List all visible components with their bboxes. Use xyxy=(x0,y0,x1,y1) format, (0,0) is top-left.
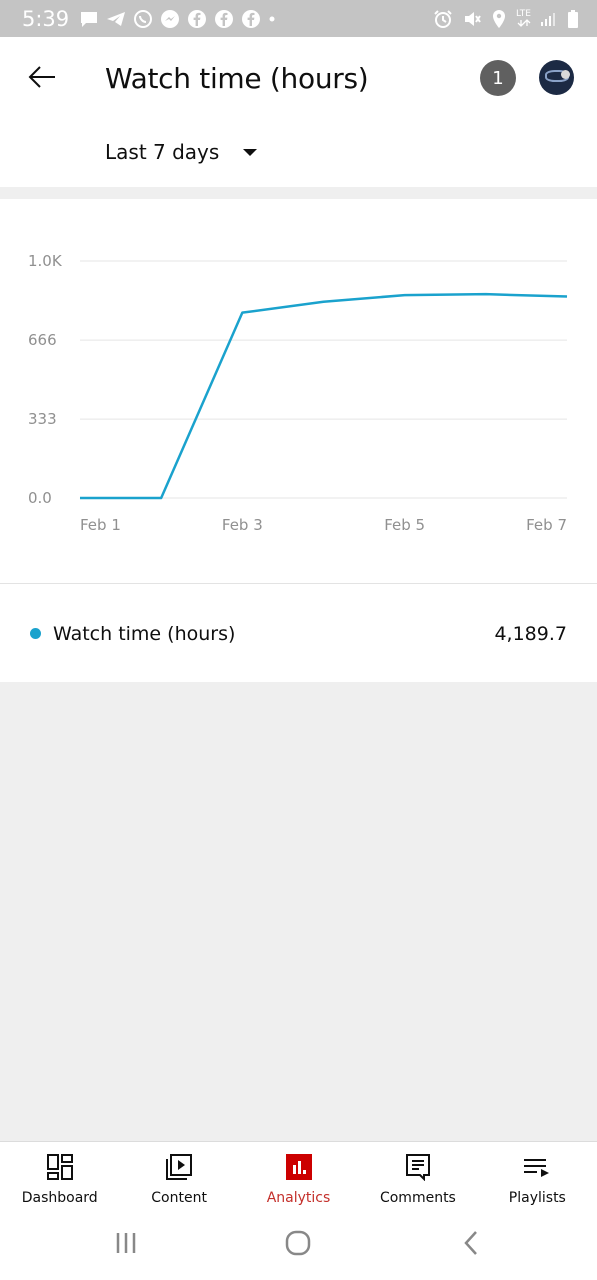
dashboard-icon xyxy=(45,1152,75,1182)
messenger-icon xyxy=(160,9,180,29)
nav-label: Comments xyxy=(379,1190,456,1206)
nav-label: Dashboard xyxy=(21,1190,98,1206)
home-icon xyxy=(285,1230,311,1261)
nav-content[interactable]: Content xyxy=(119,1142,238,1211)
content-icon xyxy=(164,1152,194,1182)
home-button[interactable] xyxy=(268,1221,328,1271)
system-status-icons: LTE xyxy=(433,9,579,29)
lte-icon: LTE xyxy=(516,10,531,27)
chevron-left-icon xyxy=(462,1230,480,1261)
signal-icon xyxy=(540,11,558,27)
dot-icon xyxy=(268,15,276,23)
y-tick-label: 666 xyxy=(28,331,57,349)
series-line xyxy=(80,292,568,500)
status-bar: 5:39 LTE xyxy=(0,0,597,37)
arrow-left-icon xyxy=(27,65,57,94)
avatar-dot xyxy=(561,70,570,79)
nav-label: Content xyxy=(151,1190,207,1206)
system-back-button[interactable] xyxy=(441,1221,501,1271)
page-title: Watch time (hours) xyxy=(105,62,369,95)
battery-icon xyxy=(567,9,579,29)
system-nav-bar xyxy=(0,1211,597,1280)
chart-card: 1.0K 666 333 0.0 Feb 1 Feb 3 Feb 5 Feb 7 xyxy=(0,199,597,583)
legend-dot xyxy=(30,628,41,639)
facebook-icon xyxy=(214,9,234,29)
whatsapp-icon xyxy=(133,9,153,29)
x-tick-label: Feb 3 xyxy=(222,516,263,534)
period-dropdown[interactable]: Last 7 days xyxy=(105,140,258,164)
recent-apps-button[interactable] xyxy=(96,1221,156,1271)
legend-total: 4,189.7 xyxy=(494,623,567,645)
nav-label: Playlists xyxy=(508,1190,566,1206)
playlists-icon xyxy=(522,1152,552,1182)
nav-analytics[interactable]: Analytics xyxy=(239,1142,358,1211)
status-time: 5:39 xyxy=(22,6,70,31)
x-tick-label: Feb 5 xyxy=(384,516,425,534)
comments-icon xyxy=(403,1152,433,1182)
avatar[interactable] xyxy=(539,60,574,95)
analytics-icon xyxy=(284,1152,314,1182)
recent-apps-icon xyxy=(114,1231,138,1260)
location-icon xyxy=(491,9,507,29)
y-tick-label: 0.0 xyxy=(28,489,52,507)
legend-label: Watch time (hours) xyxy=(53,623,236,645)
mute-icon xyxy=(462,9,482,29)
nav-comments[interactable]: Comments xyxy=(358,1142,477,1211)
caret-down-icon xyxy=(243,148,258,156)
telegram-icon xyxy=(106,10,126,28)
y-tick-label: 1.0K xyxy=(28,252,63,270)
app-header: Watch time (hours) 1 Last 7 days xyxy=(0,37,597,187)
bottom-nav: Dashboard Content Analytics Comments Pla… xyxy=(0,1141,597,1211)
x-tick-label: Feb 7 xyxy=(526,516,567,534)
x-tick-label: Feb 1 xyxy=(80,516,121,534)
notification-badge[interactable]: 1 xyxy=(480,60,516,96)
chat-bubble-icon xyxy=(79,10,99,28)
back-button[interactable] xyxy=(22,59,62,99)
facebook-icon xyxy=(241,9,261,29)
nav-playlists[interactable]: Playlists xyxy=(478,1142,597,1211)
nav-label: Analytics xyxy=(266,1190,331,1206)
alarm-icon xyxy=(433,9,453,29)
y-tick-label: 333 xyxy=(28,410,57,428)
notification-icons xyxy=(79,9,276,29)
period-label: Last 7 days xyxy=(105,140,220,164)
nav-dashboard[interactable]: Dashboard xyxy=(0,1142,119,1211)
legend-row[interactable]: Watch time (hours) 4,189.7 xyxy=(0,584,597,682)
facebook-icon xyxy=(187,9,207,29)
watch-time-chart: 1.0K 666 333 0.0 Feb 1 Feb 3 Feb 5 Feb 7 xyxy=(28,252,568,534)
